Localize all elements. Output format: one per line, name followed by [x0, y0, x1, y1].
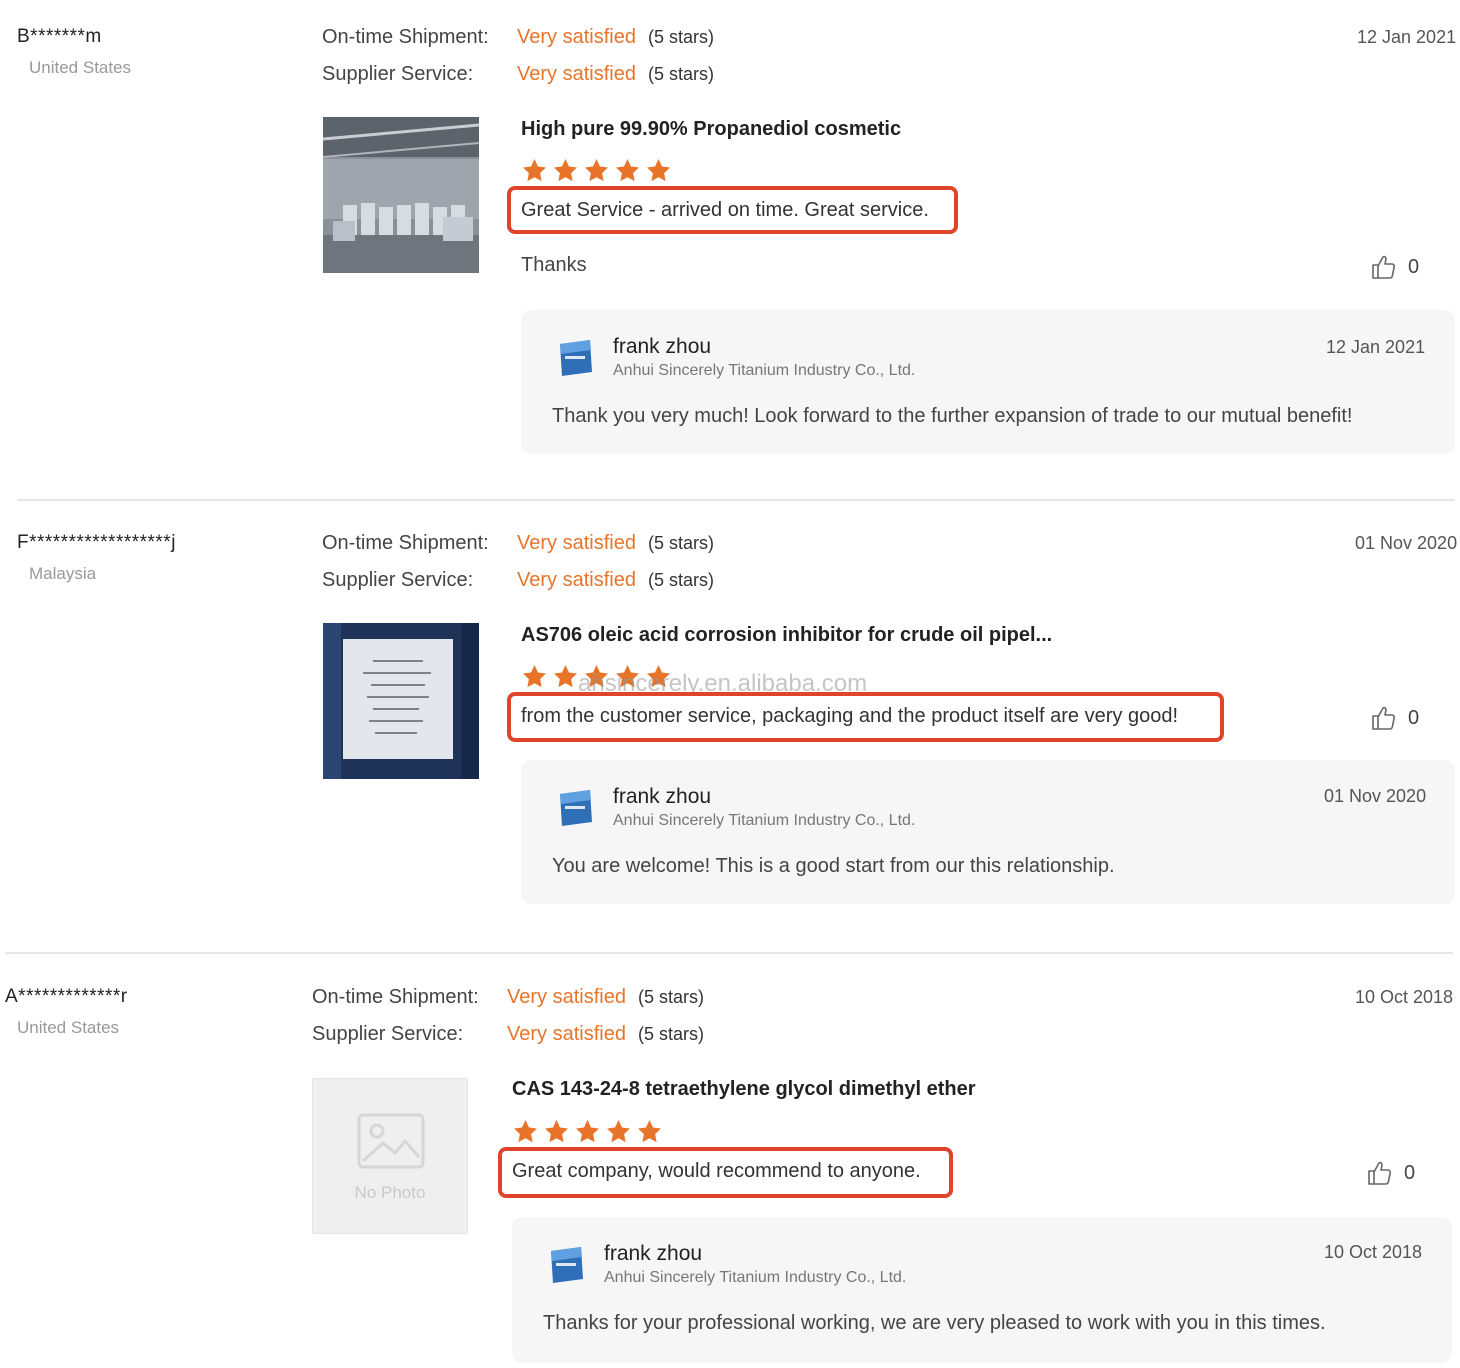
reply-text: You are welcome! This is a good start fr… [552, 855, 1115, 877]
review-card: A*************r United States On-time Sh… [0, 0, 1460, 1363]
reviewer-country: United States [29, 58, 132, 77]
reply-author: frank zhou [604, 1242, 703, 1265]
supplier-logo-icon [556, 788, 596, 828]
like-count: 0 [1408, 255, 1420, 278]
thumbs-up-icon [1370, 253, 1398, 281]
ontime-stars-text: (5 stars) [647, 533, 714, 553]
supplier-label: Supplier Service: [322, 63, 474, 85]
star-rating [512, 1118, 663, 1145]
reviewer-name: A*************r [5, 986, 128, 1007]
supplier-stars-text: (5 stars) [647, 570, 714, 590]
review-comment: Great company, would recommend to anyone… [512, 1160, 921, 1182]
like-button[interactable]: 0 [1370, 253, 1419, 281]
star-icon [521, 663, 548, 690]
ontime-shipment-rating: On-time Shipment: Very satisfied (5 stars) [322, 532, 714, 555]
review-followup-text: Thanks [521, 254, 587, 276]
reply-author: frank zhou [613, 785, 712, 808]
star-icon [583, 663, 610, 690]
reply-date: 01 Nov 2020 [1324, 786, 1427, 806]
star-icon [521, 157, 548, 184]
review-divider [17, 499, 1455, 501]
supplier-label: Supplier Service: [322, 569, 474, 591]
star-icon [636, 1118, 663, 1145]
ontime-value: Very satisfied [507, 986, 626, 1008]
star-icon [605, 1118, 632, 1145]
supplier-service-rating: Supplier Service: Very satisfied (5 stars) [322, 63, 714, 86]
supplier-value: Very satisfied [517, 63, 636, 85]
review-date: 01 Nov 2020 [1355, 533, 1458, 553]
like-count: 0 [1408, 706, 1420, 729]
like-button[interactable]: 0 [1370, 704, 1419, 732]
star-icon [645, 663, 672, 690]
supplier-value: Very satisfied [507, 1023, 626, 1045]
star-icon [543, 1118, 570, 1145]
product-title[interactable]: AS706 oleic acid corrosion inhibitor for… [521, 624, 1052, 647]
supplier-value: Very satisfied [517, 569, 636, 591]
supplier-reply: frank zhou Anhui Sincerely Titanium Indu… [512, 1217, 1452, 1363]
star-icon [552, 663, 579, 690]
reply-author: frank zhou [613, 335, 712, 358]
review-comment: from the customer service, packaging and… [521, 705, 1179, 727]
star-icon [614, 157, 641, 184]
supplier-logo-icon [547, 1245, 587, 1285]
star-icon [645, 157, 672, 184]
reply-company[interactable]: Anhui Sincerely Titanium Industry Co., L… [604, 1269, 906, 1287]
product-image[interactable] [323, 623, 479, 779]
reviewer-country: United States [17, 1018, 120, 1037]
supplier-stars-text: (5 stars) [647, 64, 714, 84]
ontime-stars-text: (5 stars) [637, 987, 704, 1007]
reviewer-country: Malaysia [29, 564, 97, 583]
reviewer-name: B*******m [17, 26, 102, 47]
like-count: 0 [1404, 1161, 1416, 1184]
star-rating [521, 157, 672, 184]
review-divider [5, 952, 1453, 954]
like-button[interactable]: 0 [1366, 1159, 1415, 1187]
reply-date: 10 Oct 2018 [1324, 1242, 1423, 1262]
reply-text: Thanks for your professional working, we… [543, 1312, 1326, 1334]
ontime-shipment-rating: On-time Shipment: Very satisfied (5 stars) [312, 986, 704, 1009]
supplier-service-rating: Supplier Service: Very satisfied (5 stars) [312, 1023, 704, 1046]
supplier-logo-icon [556, 338, 596, 378]
ontime-shipment-rating: On-time Shipment: Very satisfied (5 stars) [322, 26, 714, 49]
star-rating [521, 663, 672, 690]
product-title[interactable]: CAS 143-24-8 tetraethylene glycol dimeth… [512, 1078, 976, 1101]
product-title[interactable]: High pure 99.90% Propanediol cosmetic [521, 118, 901, 141]
reply-company[interactable]: Anhui Sincerely Titanium Industry Co., L… [613, 812, 915, 830]
ontime-value: Very satisfied [517, 532, 636, 554]
no-photo-label: No Photo [354, 1183, 426, 1202]
star-icon [552, 157, 579, 184]
no-photo-placeholder: No Photo [312, 1078, 468, 1234]
supplier-reply: frank zhou Anhui Sincerely Titanium Indu… [521, 310, 1455, 454]
star-icon [574, 1118, 601, 1145]
star-icon [614, 663, 641, 690]
ontime-label: On-time Shipment: [322, 26, 489, 48]
star-icon [583, 157, 610, 184]
review-card: B*******m United States On-time Shipment… [0, 0, 1460, 500]
reply-text: Thank you very much! Look forward to the… [552, 405, 1353, 427]
thumbs-up-icon [1366, 1159, 1394, 1187]
image-placeholder-icon [357, 1113, 425, 1174]
review-date: 10 Oct 2018 [1355, 987, 1454, 1007]
ontime-label: On-time Shipment: [312, 986, 479, 1008]
supplier-label: Supplier Service: [312, 1023, 464, 1045]
review-date: 12 Jan 2021 [1357, 27, 1457, 47]
thumbs-up-icon [1370, 704, 1398, 732]
product-image[interactable] [323, 117, 479, 273]
ontime-stars-text: (5 stars) [647, 27, 714, 47]
review-comment: Great Service - arrived on time. Great s… [521, 199, 929, 221]
supplier-reply: frank zhou Anhui Sincerely Titanium Indu… [521, 760, 1455, 904]
reply-date: 12 Jan 2021 [1326, 337, 1426, 357]
supplier-service-rating: Supplier Service: Very satisfied (5 stars) [322, 569, 714, 592]
ontime-value: Very satisfied [517, 26, 636, 48]
reviewer-name: F******************j [17, 532, 176, 553]
ontime-label: On-time Shipment: [322, 532, 489, 554]
supplier-stars-text: (5 stars) [637, 1024, 704, 1044]
reply-company[interactable]: Anhui Sincerely Titanium Industry Co., L… [613, 362, 915, 380]
star-icon [512, 1118, 539, 1145]
